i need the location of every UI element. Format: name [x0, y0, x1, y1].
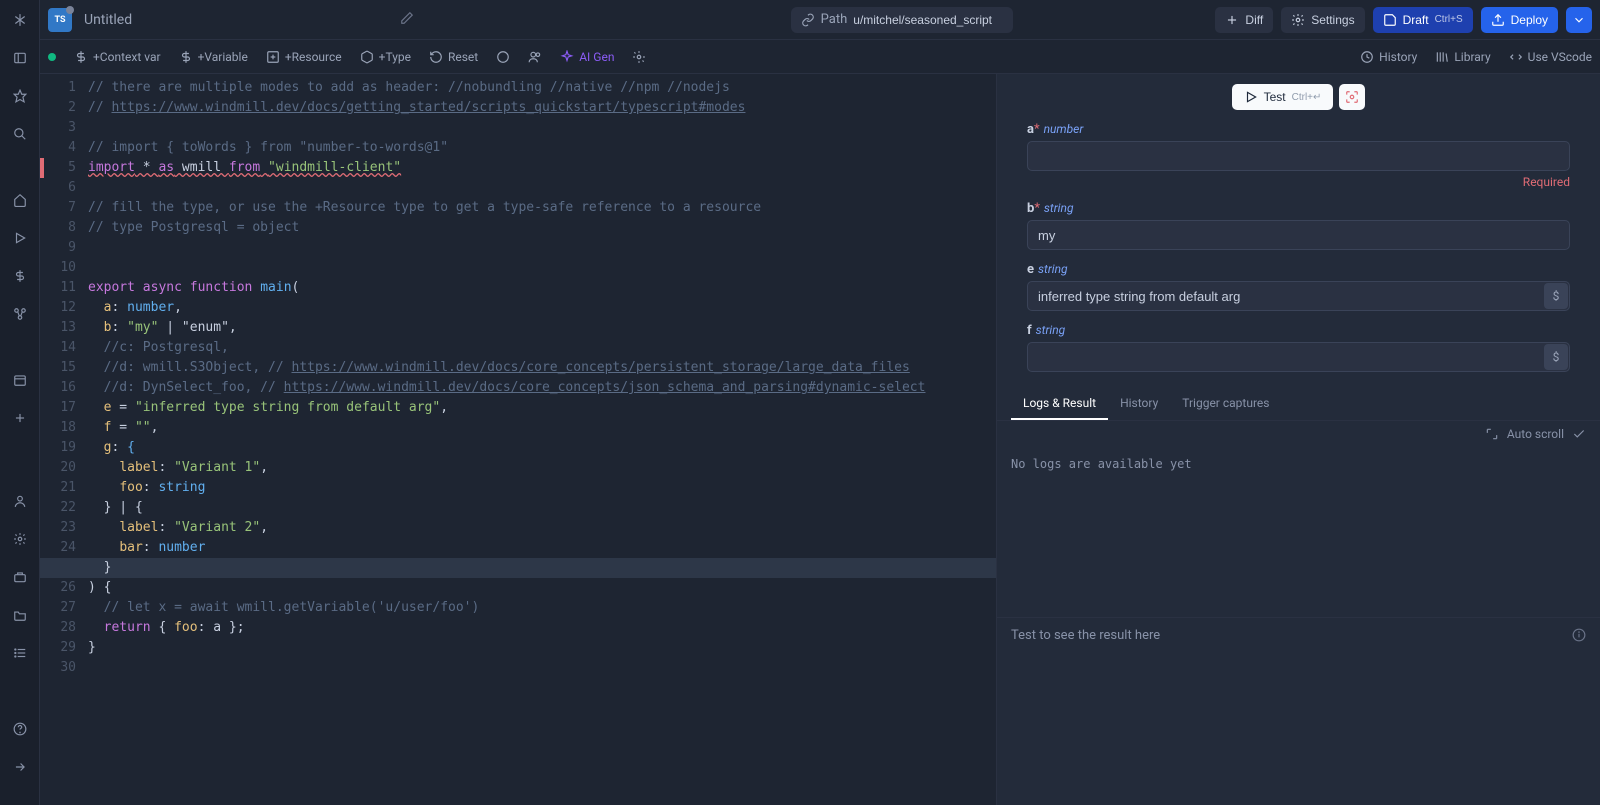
check-icon[interactable]	[1572, 427, 1586, 441]
main-area: TS Untitled Path Diff Settings DraftCtrl…	[40, 0, 1600, 805]
type-button[interactable]: +Type	[360, 50, 411, 64]
history-button[interactable]: History	[1360, 50, 1417, 64]
field-input-e[interactable]	[1027, 281, 1570, 311]
field-expand-icon[interactable]: $	[1544, 283, 1568, 309]
calendar-icon[interactable]	[10, 370, 30, 390]
gear-icon[interactable]	[10, 529, 30, 549]
field-label: fstring	[1027, 323, 1570, 338]
logs-body: No logs are available yet	[997, 447, 1600, 617]
topbar: TS Untitled Path Diff Settings DraftCtrl…	[40, 0, 1600, 40]
fullscreen-icon[interactable]	[1485, 427, 1499, 441]
rename-icon[interactable]	[400, 11, 414, 29]
field-input-f[interactable]	[1027, 342, 1570, 372]
field-label: a*number	[1027, 122, 1570, 137]
resource-button[interactable]: +Resource	[266, 50, 342, 64]
editor-toolbar: +Context var +Variable +Resource +Type R…	[40, 40, 1600, 74]
gear-icon[interactable]	[632, 50, 646, 64]
tab-trigger-captures[interactable]: Trigger captures	[1170, 388, 1281, 420]
sidebar	[0, 0, 40, 805]
path-chip[interactable]: Path	[791, 7, 1014, 33]
path-label: Path	[821, 12, 848, 27]
toolbox-icon[interactable]	[10, 567, 30, 587]
right-panel: Test Ctrl+↵ a*number Required b*string estr…	[996, 74, 1600, 805]
input-field-a: a*number Required	[1027, 122, 1570, 189]
tab-logs-result[interactable]: Logs & Result	[1011, 388, 1108, 420]
input-field-e: estring $	[1027, 262, 1570, 311]
list-icon[interactable]	[10, 643, 30, 663]
users-icon[interactable]	[528, 50, 542, 64]
error-marker	[40, 158, 44, 178]
draft-button[interactable]: DraftCtrl+S	[1373, 7, 1473, 33]
molecule-icon[interactable]	[10, 304, 30, 324]
expand-button[interactable]	[1339, 84, 1365, 110]
use-vscode-button[interactable]: Use VScode	[1509, 50, 1592, 64]
test-button[interactable]: Test Ctrl+↵	[1232, 84, 1334, 110]
deploy-button[interactable]: Deploy	[1481, 7, 1558, 33]
folder-icon[interactable]	[10, 605, 30, 625]
input-field-f: fstring $	[1027, 323, 1570, 372]
dollar-icon[interactable]	[10, 266, 30, 286]
library-button[interactable]: Library	[1435, 50, 1490, 64]
path-input[interactable]	[853, 13, 1003, 27]
home-icon[interactable]	[10, 190, 30, 210]
inputs-form: a*number Required b*string estring $ fstring $	[997, 122, 1600, 384]
field-input-a[interactable]	[1027, 141, 1570, 171]
logo-icon[interactable]	[10, 10, 30, 30]
result-body: Test to see the result here	[997, 617, 1600, 805]
record-icon[interactable]	[496, 50, 510, 64]
file-title: Untitled	[84, 12, 132, 28]
user-icon[interactable]	[10, 491, 30, 511]
code-content[interactable]: // there are multiple modes to add as he…	[88, 74, 996, 678]
field-label: estring	[1027, 262, 1570, 277]
play-icon[interactable]	[10, 228, 30, 248]
info-icon[interactable]	[1572, 628, 1586, 646]
file-type-badge: TS	[48, 8, 72, 32]
star-icon[interactable]	[10, 86, 30, 106]
line-gutter: 1234567891011121314151617181920212223242…	[40, 74, 88, 678]
auto-scroll-label: Auto scroll	[1507, 427, 1564, 441]
help-icon[interactable]	[10, 719, 30, 739]
result-tabs: Logs & ResultHistoryTrigger captures	[997, 388, 1600, 421]
field-label: b*string	[1027, 201, 1570, 216]
diff-button[interactable]: Diff	[1215, 7, 1273, 33]
context-var-button[interactable]: +Context var	[74, 50, 161, 64]
field-input-b[interactable]	[1027, 220, 1570, 250]
tab-history[interactable]: History	[1108, 388, 1170, 420]
panel-icon[interactable]	[10, 48, 30, 68]
ai-gen-button[interactable]: AI Gen	[560, 50, 614, 64]
plus-icon[interactable]	[10, 408, 30, 428]
collapse-icon[interactable]	[10, 757, 30, 777]
field-expand-icon[interactable]: $	[1544, 344, 1568, 370]
code-editor[interactable]: 1234567891011121314151617181920212223242…	[40, 74, 996, 805]
settings-button[interactable]: Settings	[1281, 7, 1364, 33]
input-field-b: b*string	[1027, 201, 1570, 250]
reset-button[interactable]: Reset	[429, 50, 478, 64]
variable-button[interactable]: +Variable	[179, 50, 248, 64]
link-icon	[801, 13, 815, 27]
deploy-dropdown[interactable]	[1566, 7, 1592, 33]
required-hint: Required	[1027, 175, 1570, 189]
search-icon[interactable]	[10, 124, 30, 144]
status-dot	[48, 53, 56, 61]
